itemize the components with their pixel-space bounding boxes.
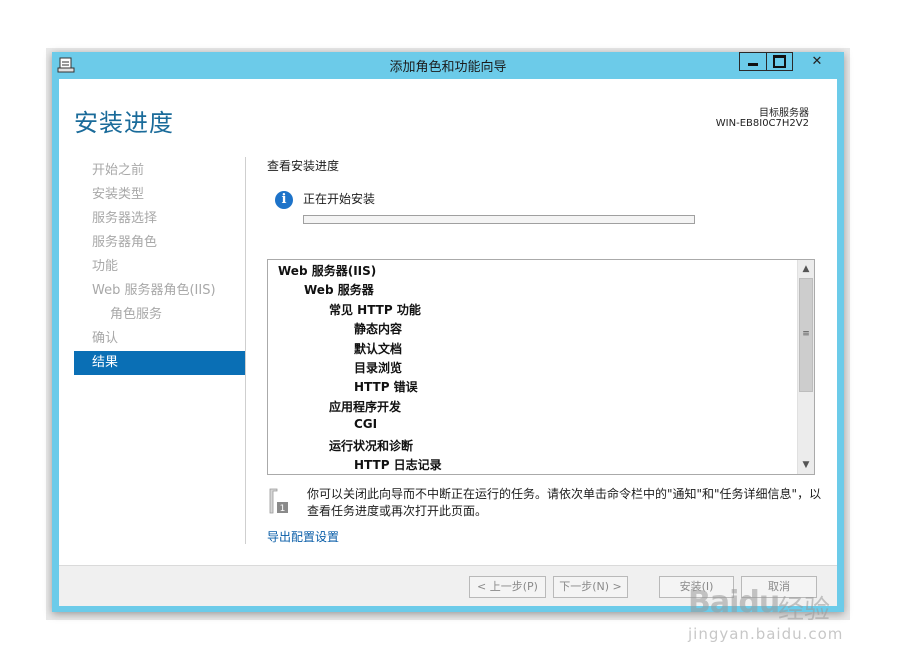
nav-item-before-you-begin: 开始之前 <box>92 163 145 178</box>
scroll-grip-icon: ≡ <box>802 329 810 339</box>
info-icon: i <box>275 191 293 209</box>
feature-tree-item: 常见 HTTP 功能 <box>329 303 421 317</box>
target-server-name: WIN-EB8I0C7H2V2 <box>715 118 809 129</box>
watermark-cn: 经验 <box>778 595 831 625</box>
minimize-button[interactable] <box>739 52 766 71</box>
feature-tree-item: Web 服务器 <box>304 283 374 297</box>
window-title: 添加角色和功能向导 <box>389 60 507 75</box>
nav-item-web-server-role: Web 服务器角色(IIS) <box>92 283 216 298</box>
page-title: 安装进度 <box>74 109 174 137</box>
install-status-text: 正在开始安装 <box>303 192 376 206</box>
nav-item-features: 功能 <box>92 259 119 274</box>
watermark-logo: Baidu <box>688 585 780 620</box>
title-bar[interactable]: 添加角色和功能向导 ✕ <box>52 52 844 78</box>
scroll-thumb[interactable]: ≡ <box>799 278 813 392</box>
close-icon: ✕ <box>811 54 823 69</box>
nav-item-confirmation: 确认 <box>92 331 119 346</box>
nav-divider <box>245 157 246 544</box>
minimize-icon <box>748 63 758 66</box>
feature-tree-item: 应用程序开发 <box>329 400 402 414</box>
feature-tree-item: 运行状况和诊断 <box>329 439 414 453</box>
feature-tree-item: CGI <box>354 417 378 431</box>
scroll-down-arrow-icon[interactable]: ▼ <box>798 457 814 473</box>
baidu-jingyan-watermark: Baidu 经验 jingyan.baidu.com <box>688 585 888 645</box>
nav-item-server-selection: 服务器选择 <box>92 211 158 226</box>
watermark-url: jingyan.baidu.com <box>688 625 844 643</box>
feature-tree-item: HTTP 日志记录 <box>354 458 442 472</box>
nav-item-installation-type: 安装类型 <box>92 187 145 202</box>
feature-tree-item: Web 服务器(IIS) <box>278 264 377 278</box>
notification-badge: 1 <box>280 504 286 514</box>
maximize-button[interactable] <box>766 52 793 71</box>
export-config-link[interactable]: 导出配置设置 <box>267 528 339 545</box>
feature-tree-item: HTTP 错误 <box>354 380 418 394</box>
feature-list-scrollbar[interactable]: ▲ ≡ ▼ <box>797 260 814 474</box>
nav-item-role-services: 角色服务 <box>110 307 163 322</box>
target-server-label: 目标服务器 <box>759 108 809 119</box>
next-button[interactable]: 下一步(N) > <box>553 576 628 598</box>
scroll-up-arrow-icon[interactable]: ▲ <box>798 261 814 277</box>
previous-button[interactable]: < 上一步(P) <box>469 576 546 598</box>
section-title: 查看安装进度 <box>267 159 340 173</box>
wizard-client-area: 安装进度 目标服务器 WIN-EB8I0C7H2V2 开始之前 安装类型 服务器… <box>59 79 837 606</box>
wizard-nav: 开始之前 安装类型 服务器选择 服务器角色 功能 Web 服务器角色(IIS) … <box>74 159 246 375</box>
feature-tree-item: 静态内容 <box>354 322 403 336</box>
feature-list-content: Web 服务器(IIS) Web 服务器常见 HTTP 功能静态内容默认文档目录浏… <box>268 260 798 474</box>
maximize-icon <box>773 55 786 68</box>
feature-tree-item: 目录浏览 <box>354 361 403 375</box>
wizard-window: 添加角色和功能向导 ✕ 安装进度 目标服务器 WIN-EB8I0C7H2V2 开… <box>52 52 844 612</box>
close-button[interactable]: ✕ <box>795 52 839 71</box>
notification-flag-icon: 1 <box>269 488 288 514</box>
close-wizard-note: 你可以关闭此向导而不中断正在运行的任务。请依次单击命令栏中的"通知"和"任务详细… <box>307 487 822 518</box>
nav-item-server-roles: 服务器角色 <box>92 235 158 250</box>
install-progress-bar <box>303 215 695 224</box>
feature-list[interactable]: Web 服务器(IIS) Web 服务器常见 HTTP 功能静态内容默认文档目录浏… <box>267 259 815 475</box>
feature-tree-item: 默认文档 <box>354 342 403 356</box>
nav-item-results[interactable]: 结果 <box>74 351 246 375</box>
